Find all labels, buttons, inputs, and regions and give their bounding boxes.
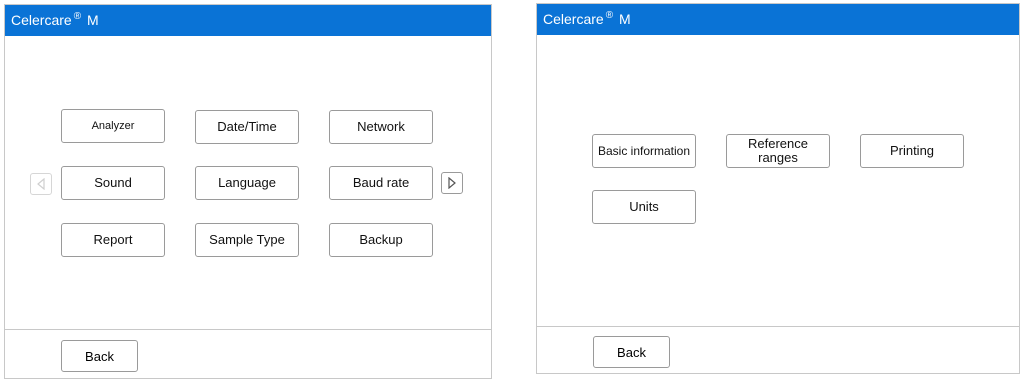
analyzer-button[interactable]: Analyzer [61, 109, 165, 143]
footer-divider [537, 326, 1019, 327]
footer-divider [5, 329, 491, 330]
registered-mark: ® [73, 11, 82, 23]
next-page-button[interactable] [441, 172, 463, 194]
prev-page-button[interactable] [30, 173, 52, 195]
units-button[interactable]: Units [592, 190, 696, 224]
reference-ranges-button[interactable]: Reference ranges [726, 134, 830, 168]
language-button[interactable]: Language [195, 166, 299, 200]
report-button[interactable]: Report [61, 223, 165, 257]
backup-button[interactable]: Backup [329, 223, 433, 257]
left-triangle-arrow-icon [37, 178, 45, 190]
title-bar: Celercare ® M [537, 4, 1019, 35]
back-button[interactable]: Back [593, 336, 670, 368]
registered-mark: ® [605, 10, 614, 22]
sound-button[interactable]: Sound [61, 166, 165, 200]
printing-button[interactable]: Printing [860, 134, 964, 168]
app-brand: Celercare [543, 11, 604, 27]
app-model: M [86, 12, 99, 28]
right-triangle-arrow-icon [448, 177, 456, 189]
baud-rate-button[interactable]: Baud rate [329, 166, 433, 200]
settings-screen-page-2: Celercare ® M Basic information Reference… [536, 3, 1020, 374]
datetime-button[interactable]: Date/Time [195, 110, 299, 144]
network-button[interactable]: Network [329, 110, 433, 144]
title-bar: Celercare ® M [5, 5, 491, 36]
settings-screen-page-1: Celercare ® M Analyzer Date/Time Network … [4, 4, 492, 379]
sample-type-button[interactable]: Sample Type [195, 223, 299, 257]
app-model: M [618, 11, 631, 27]
basic-information-button[interactable]: Basic information [592, 134, 696, 168]
app-brand: Celercare [11, 12, 72, 28]
back-button[interactable]: Back [61, 340, 138, 372]
